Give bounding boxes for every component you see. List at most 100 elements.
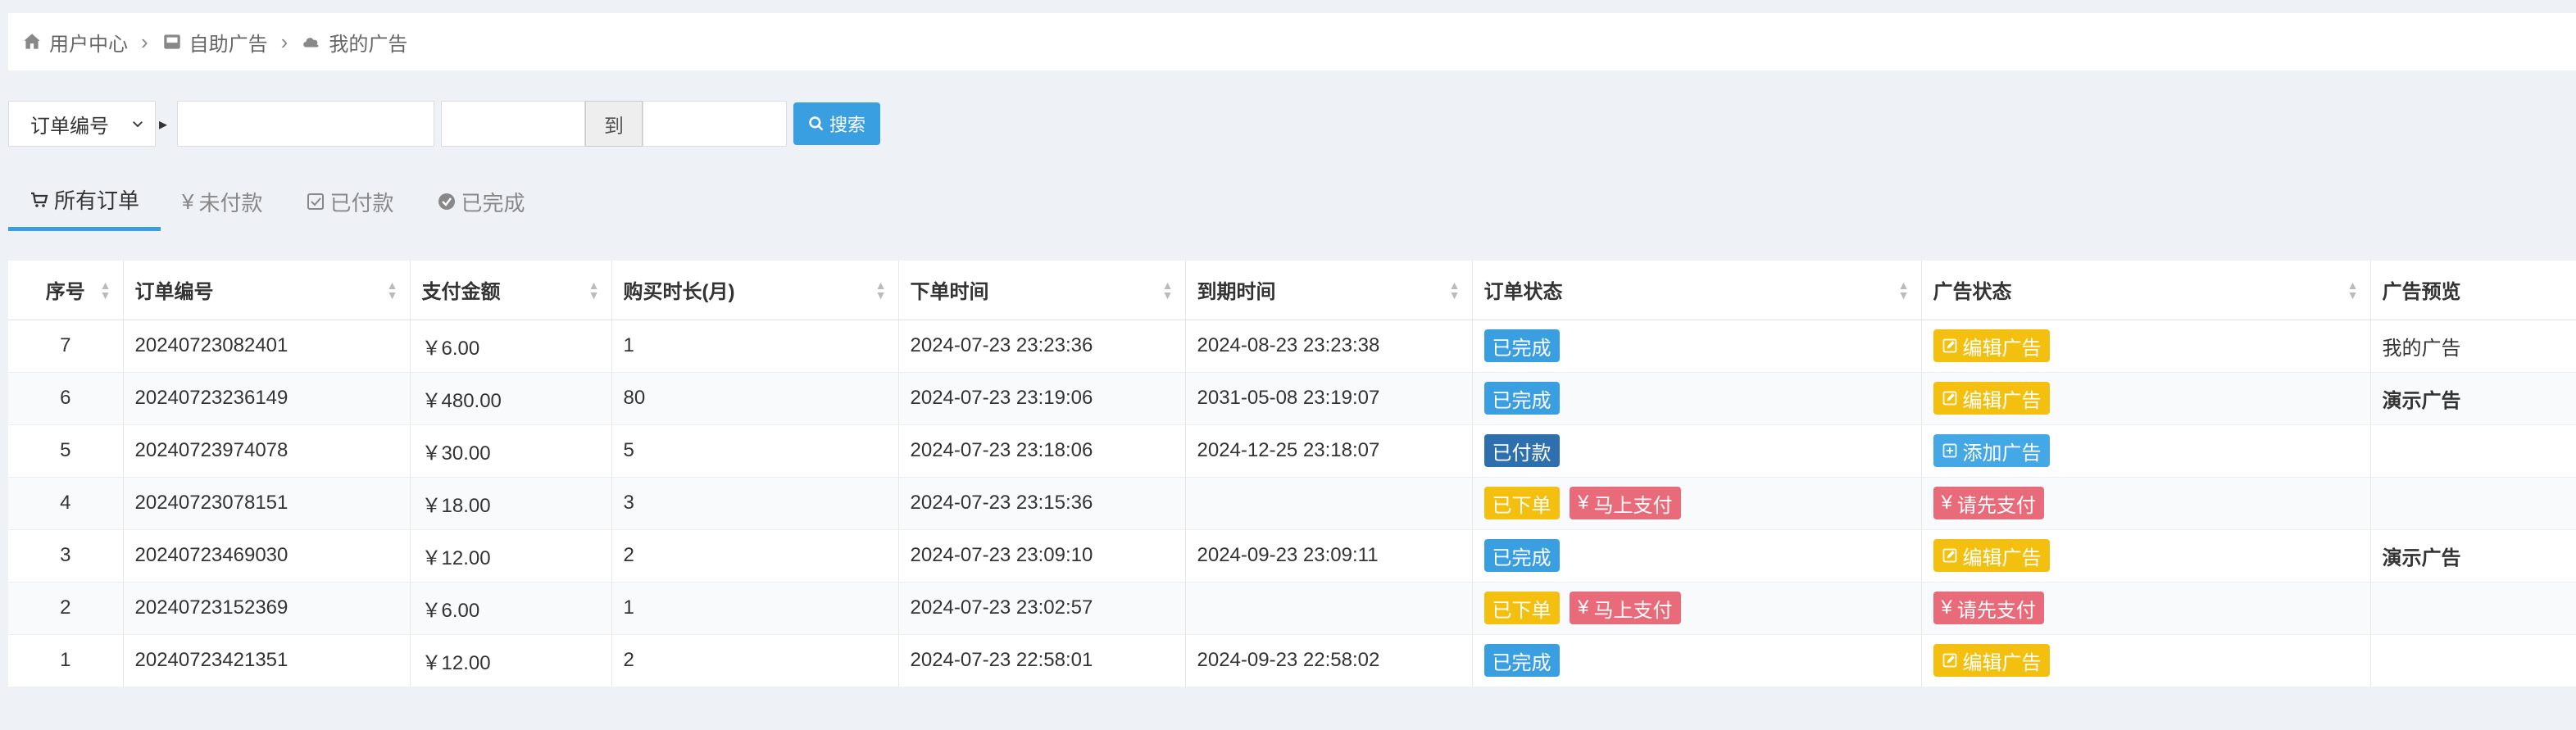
cloud-icon xyxy=(303,38,319,48)
cell-order-no: 20240723974078 xyxy=(123,424,411,478)
edit-ad-button[interactable]: 编辑广告 xyxy=(1933,644,2050,677)
pay-now-label: 马上支付 xyxy=(1593,599,1673,622)
cell-amount: ￥18.00 xyxy=(410,477,612,530)
column-header-order-status-label: 订单状态 xyxy=(1483,281,1563,304)
cell-ad-status: 添加广告 xyxy=(1921,424,2371,478)
cell-seq: 6 xyxy=(8,372,124,425)
search-button-label: 搜索 xyxy=(829,115,865,135)
column-header-expire-time-label: 到期时间 xyxy=(1197,281,1276,304)
cell-duration: 1 xyxy=(611,320,899,373)
cell-amount: ￥12.00 xyxy=(410,529,612,583)
pay-first-badge: ¥ 请先支付 xyxy=(1933,487,2044,519)
cell-order-time: 2024-07-23 23:23:36 xyxy=(898,320,1186,373)
cell-order-status: 已付款 xyxy=(1472,424,1922,478)
cell-amount: ￥6.00 xyxy=(410,582,612,635)
edit-icon xyxy=(1942,338,1956,353)
cell-order-no: 20240723236149 xyxy=(123,372,411,425)
column-header-amount[interactable]: 支付金额 ▲ ▼ xyxy=(410,261,612,320)
breadcrumb-self-ads[interactable]: 自助广告 xyxy=(161,28,268,57)
yen-icon: ¥ xyxy=(182,188,194,214)
search-button[interactable]: 搜索 xyxy=(793,102,880,145)
breadcrumb-user-center[interactable]: 用户中心 xyxy=(21,28,128,57)
column-header-seq-label: 序号 xyxy=(45,281,85,304)
breadcrumb-separator: › xyxy=(141,29,148,54)
search-icon xyxy=(809,116,824,131)
cell-ad-preview[interactable]: 我的广告 xyxy=(2370,320,2576,373)
status-badge-completed: 已完成 xyxy=(1483,382,1560,415)
breadcrumb-my-ads-label: 我的广告 xyxy=(329,33,408,56)
sort-icon: ▲ ▼ xyxy=(386,279,398,302)
add-ad-button[interactable]: 添加广告 xyxy=(1933,434,2050,467)
cell-order-time: 2024-07-23 23:09:10 xyxy=(898,529,1186,583)
search-field-select[interactable]: 订单编号 xyxy=(8,101,156,147)
column-header-amount-label: 支付金额 xyxy=(421,281,501,304)
tab-completed[interactable]: 已完成 xyxy=(416,172,547,231)
sort-icon: ▲ ▼ xyxy=(2347,279,2359,302)
edit-ad-label: 编辑广告 xyxy=(1962,389,2042,412)
edit-ad-button[interactable]: 编辑广告 xyxy=(1933,329,2050,362)
cell-expire-time xyxy=(1185,582,1473,635)
tab-all-orders[interactable]: 所有订单 xyxy=(8,172,161,231)
column-header-order-no[interactable]: 订单编号 ▲ ▼ xyxy=(123,261,411,320)
inbox-icon xyxy=(163,34,180,49)
pay-first-label: 请先支付 xyxy=(1956,494,2036,517)
sort-icon: ▲ ▼ xyxy=(875,279,887,302)
column-header-seq[interactable]: 序号 ▲ ▼ xyxy=(8,261,124,320)
tab-all-orders-label: 所有订单 xyxy=(54,188,140,213)
edit-ad-label: 编辑广告 xyxy=(1962,546,2042,569)
table-row: 6 20240723236149 ￥480.00 80 2024-07-23 2… xyxy=(8,372,2576,425)
cell-seq: 2 xyxy=(8,582,124,635)
column-header-duration[interactable]: 购买时长(月) ▲ ▼ xyxy=(611,261,899,320)
edit-ad-label: 编辑广告 xyxy=(1962,651,2042,674)
cell-order-status: 已完成 xyxy=(1472,634,1922,687)
cell-order-status: 已完成 xyxy=(1472,320,1922,373)
cell-ad-preview[interactable]: 演示广告 xyxy=(2370,372,2576,425)
tab-unpaid[interactable]: ¥ 未付款 xyxy=(161,172,284,231)
cart-icon xyxy=(31,192,48,207)
cell-amount: ￥480.00 xyxy=(410,372,612,425)
yen-icon: ¥ xyxy=(1578,596,1589,619)
cell-expire-time: 2024-09-23 23:09:11 xyxy=(1185,529,1473,583)
range-end-input[interactable] xyxy=(643,101,787,147)
pay-first-label: 请先支付 xyxy=(1956,599,2036,622)
column-header-duration-label: 购买时长(月) xyxy=(623,281,735,304)
column-header-ad-status[interactable]: 广告状态 ▲ ▼ xyxy=(1921,261,2371,320)
edit-ad-button[interactable]: 编辑广告 xyxy=(1933,382,2050,415)
cell-ad-preview[interactable]: 演示广告 xyxy=(2370,529,2576,583)
column-header-order-status[interactable]: 订单状态 ▲ ▼ xyxy=(1472,261,1922,320)
cell-ad-preview xyxy=(2370,424,2576,478)
column-header-order-time[interactable]: 下单时间 ▲ ▼ xyxy=(898,261,1186,320)
table-row: 7 20240723082401 ￥6.00 1 2024-07-23 23:2… xyxy=(8,320,2576,373)
cell-ad-status: ¥ 请先支付 xyxy=(1921,477,2371,530)
table-row: 4 20240723078151 ￥18.00 3 2024-07-23 23:… xyxy=(8,477,2576,530)
cell-expire-time: 2024-08-23 23:23:38 xyxy=(1185,320,1473,373)
breadcrumb-user-center-label: 用户中心 xyxy=(49,33,128,56)
tab-paid[interactable]: 已付款 xyxy=(284,172,416,231)
cell-seq: 7 xyxy=(8,320,124,373)
pay-now-button[interactable]: ¥ 马上支付 xyxy=(1570,592,1681,624)
cell-order-time: 2024-07-23 23:15:36 xyxy=(898,477,1186,530)
chevron-down-icon xyxy=(133,121,143,128)
cell-order-status: 已下单 ¥ 马上支付 xyxy=(1472,582,1922,635)
cell-expire-time: 2024-12-25 23:18:07 xyxy=(1185,424,1473,478)
yen-icon: ¥ xyxy=(1941,596,1952,619)
cell-duration: 2 xyxy=(611,529,899,583)
cell-expire-time: 2031-05-08 23:19:07 xyxy=(1185,372,1473,425)
cell-expire-time xyxy=(1185,477,1473,530)
cell-order-no: 20240723152369 xyxy=(123,582,411,635)
column-header-expire-time[interactable]: 到期时间 ▲ ▼ xyxy=(1185,261,1473,320)
pay-now-button[interactable]: ¥ 马上支付 xyxy=(1570,487,1681,519)
search-field-select-value: 订单编号 xyxy=(30,115,109,138)
breadcrumb-my-ads: 我的广告 xyxy=(301,28,407,57)
tab-paid-label: 已付款 xyxy=(329,190,394,215)
cell-expire-time: 2024-09-23 22:58:02 xyxy=(1185,634,1473,687)
edit-ad-button[interactable]: 编辑广告 xyxy=(1933,539,2050,572)
page: 用户中心 › 自助广告 › 我的广告 订单编号 ▸ 到 搜索 所有订单 ¥ 未付… xyxy=(0,0,2576,730)
range-start-input[interactable] xyxy=(441,101,585,147)
edit-icon xyxy=(1942,653,1956,668)
cell-ad-status: 编辑广告 xyxy=(1921,372,2371,425)
edit-icon xyxy=(1942,391,1956,406)
yen-icon: ¥ xyxy=(1578,492,1589,514)
table-row: 3 20240723469030 ￥12.00 2 2024-07-23 23:… xyxy=(8,529,2576,583)
search-keyword-input[interactable] xyxy=(177,101,434,147)
